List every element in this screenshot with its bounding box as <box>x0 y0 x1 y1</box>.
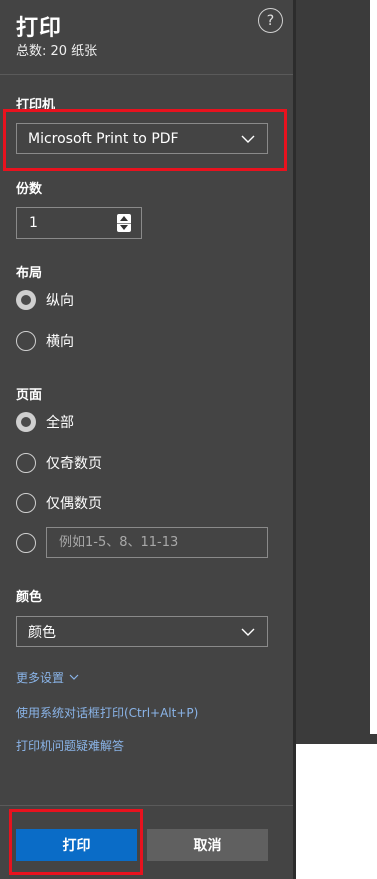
layout-option-landscape[interactable]: 横向 <box>16 330 74 352</box>
divider <box>0 74 293 75</box>
pages-option-even[interactable]: 仅偶数页 <box>16 492 102 514</box>
layout-label: 布局 <box>16 266 43 281</box>
pages-option-odd[interactable]: 仅奇数页 <box>16 452 102 474</box>
layout-option-portrait[interactable]: 纵向 <box>16 289 74 311</box>
copies-value: 1 <box>29 215 38 231</box>
copies-label: 份数 <box>16 182 43 197</box>
chevron-down-icon <box>69 674 79 680</box>
more-settings-label: 更多设置 <box>16 671 65 685</box>
divider <box>0 805 293 806</box>
pages-option-custom[interactable] <box>16 532 46 554</box>
radio-button-checked[interactable] <box>16 290 36 310</box>
copies-spinner[interactable] <box>117 214 131 232</box>
sheet-count: 总数: 20 纸张 <box>16 44 98 59</box>
troubleshoot-link[interactable]: 打印机问题疑难解答 <box>16 737 124 754</box>
help-button[interactable]: ? <box>258 8 283 33</box>
pages-option-label: 仅奇数页 <box>46 456 102 472</box>
cancel-button[interactable]: 取消 <box>147 829 268 861</box>
preview-page <box>296 744 377 879</box>
color-label: 颜色 <box>16 590 43 605</box>
print-button-highlight-frame <box>9 809 143 875</box>
preview-page <box>370 0 377 734</box>
print-dialog-root: 打印 总数: 20 纸张 ? 打印机 Microsoft Print to PD… <box>0 0 377 879</box>
pages-label: 页面 <box>16 388 43 403</box>
help-icon: ? <box>266 12 275 29</box>
radio-button[interactable] <box>16 493 36 513</box>
custom-pages-input[interactable] <box>46 527 268 558</box>
layout-option-label: 纵向 <box>46 293 74 309</box>
chevron-down-icon <box>241 628 255 636</box>
pages-option-label: 仅偶数页 <box>46 496 102 512</box>
radio-button[interactable] <box>16 533 36 553</box>
color-select[interactable]: 颜色 <box>16 616 268 647</box>
print-settings-panel: 打印 总数: 20 纸张 ? 打印机 Microsoft Print to PD… <box>0 0 293 879</box>
spinner-divider <box>117 222 131 224</box>
copies-input[interactable]: 1 <box>16 207 142 239</box>
decrement-arrow-icon[interactable] <box>120 225 128 230</box>
system-dialog-link[interactable]: 使用系统对话框打印(Ctrl+Alt+P) <box>16 704 198 721</box>
increment-arrow-icon[interactable] <box>120 216 128 221</box>
radio-button[interactable] <box>16 453 36 473</box>
color-select-value: 颜色 <box>28 624 56 641</box>
pages-option-all[interactable]: 全部 <box>16 411 74 433</box>
page-title: 打印 <box>16 16 63 41</box>
radio-button[interactable] <box>16 331 36 351</box>
more-settings-link[interactable]: 更多设置 <box>16 669 79 686</box>
pages-option-label: 全部 <box>46 415 74 431</box>
radio-button-checked[interactable] <box>16 412 36 432</box>
layout-option-label: 横向 <box>46 334 74 350</box>
printer-highlight-frame <box>3 109 287 171</box>
